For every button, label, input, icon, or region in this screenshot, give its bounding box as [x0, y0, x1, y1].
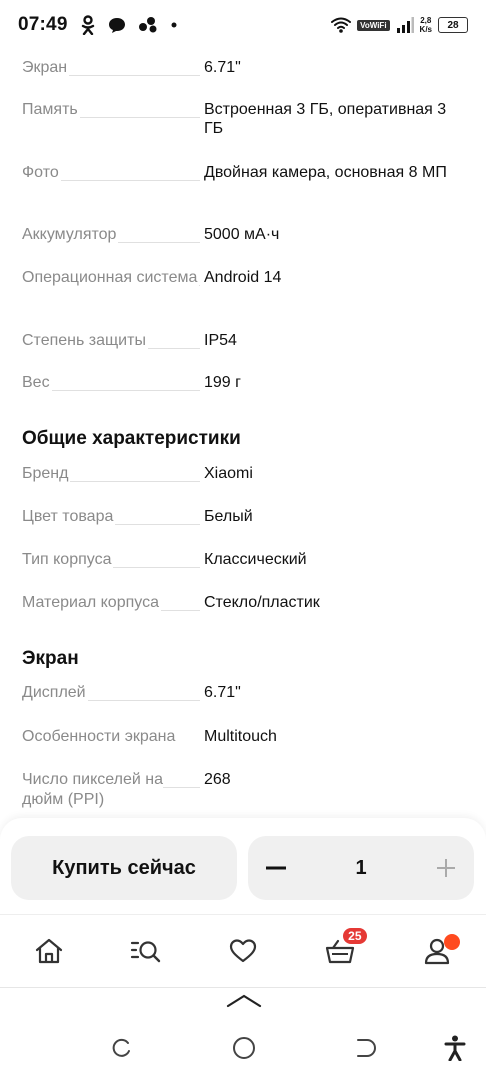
plus-icon: [437, 859, 455, 877]
cart-count-badge: 25: [343, 928, 367, 944]
spec-value: Классический: [204, 551, 307, 568]
spec-key: Тип корпуса: [22, 551, 114, 568]
status-bar: 07:49 VoWiFi 2,8 K/s 28: [0, 0, 486, 50]
spec-key: Фото: [22, 164, 61, 181]
spec-key: Экран: [22, 59, 70, 76]
system-navigation: [0, 988, 486, 1080]
accessibility-icon[interactable]: [444, 1035, 466, 1061]
nav-catalog[interactable]: [121, 926, 171, 976]
catalog-search-icon: [130, 941, 160, 963]
section-title-screen: Экран: [22, 648, 79, 669]
spec-row: Операционная система Android 14: [0, 268, 486, 288]
nav-cart[interactable]: 25: [315, 926, 367, 976]
increase-quantity-button[interactable]: [434, 856, 458, 880]
spec-row: Дисплей 6.71": [0, 683, 486, 703]
spec-key: Материал корпуса: [22, 594, 161, 611]
nav-favorites[interactable]: [218, 926, 268, 976]
spec-value: Стекло/пластик: [204, 594, 320, 611]
spec-value: 6.71": [204, 59, 241, 76]
spec-value: Multitouch: [204, 728, 277, 745]
heart-icon: [229, 939, 257, 963]
spec-key: Аккумулятор: [22, 226, 119, 243]
quantity-stepper: 1: [248, 836, 474, 900]
spec-value: Xiaomi: [204, 465, 253, 482]
spec-row: Бренд Xiaomi: [0, 464, 486, 484]
battery-icon: 28: [438, 17, 468, 33]
buy-panel: Купить сейчас 1: [0, 818, 486, 914]
spec-row: Материал корпуса Стекло/пластик: [0, 593, 486, 613]
network-speed: 2,8 K/s: [419, 16, 432, 34]
notification-icons: [80, 15, 178, 35]
spec-row: Память Встроенная 3 ГБ, оперативная 3 ГБ: [0, 100, 486, 138]
spec-key: Цвет товара: [22, 508, 116, 525]
spec-row: Фото Двойная камера, основная 8 МП: [0, 163, 486, 183]
spec-row: Цвет товара Белый: [0, 507, 486, 527]
spec-value: 6.71": [204, 684, 241, 701]
spec-row: Степень защиты IP54: [0, 331, 486, 351]
nav-home[interactable]: [24, 926, 74, 976]
spec-value: 268: [204, 771, 231, 788]
nav-profile[interactable]: [412, 926, 462, 976]
bottom-navigation: 25: [0, 914, 486, 988]
vowifi-badge: VoWiFi: [357, 19, 390, 31]
spec-key: Число пикселей на дюйм (PPI): [22, 771, 163, 808]
section-title-general: Общие характеристики: [22, 428, 241, 449]
spec-key: Память: [22, 101, 80, 118]
spec-key: Особенности экрана: [22, 728, 178, 745]
chevron-up-icon[interactable]: [226, 992, 262, 1008]
more-dot-icon: [171, 22, 177, 28]
spec-value: Встроенная 3 ГБ, оперативная 3 ГБ: [204, 101, 447, 137]
back-icon[interactable]: [354, 1037, 376, 1059]
spec-key: Вес: [22, 374, 52, 391]
recent-apps-icon[interactable]: [110, 1037, 132, 1059]
quantity-value: 1: [355, 856, 367, 879]
spec-value: IP54: [204, 332, 237, 349]
spec-value: Двойная камера, основная 8 МП: [204, 164, 447, 181]
spec-value: 5000 мА·ч: [204, 226, 280, 243]
odnoklassniki-icon: [81, 15, 94, 35]
buy-now-button[interactable]: Купить сейчас: [11, 836, 237, 900]
spec-key: Операционная система: [22, 269, 200, 286]
spec-value: Белый: [204, 508, 253, 525]
spec-key: Бренд: [22, 465, 71, 482]
spec-row: Число пикселей на дюйм (PPI) 268: [0, 770, 486, 810]
spec-value: Android 14: [204, 269, 282, 286]
status-right: VoWiFi 2,8 K/s 28: [331, 16, 468, 34]
spec-row: Вес 199 г: [0, 373, 486, 393]
spec-key: Дисплей: [22, 684, 88, 701]
spec-row: Тип корпуса Классический: [0, 550, 486, 570]
chat-bubble-icon: [108, 18, 125, 33]
home-icon: [35, 938, 62, 964]
spec-value: 199 г: [204, 374, 241, 391]
community-icon: [138, 17, 157, 33]
spec-row: Аккумулятор 5000 мА·ч: [0, 225, 486, 245]
home-circle-icon[interactable]: [232, 1036, 256, 1060]
spec-row: Особенности экрана Multitouch: [0, 727, 486, 747]
status-time: 07:49: [18, 14, 68, 35]
wifi-icon: [331, 17, 352, 33]
minus-icon: [266, 866, 286, 870]
spec-row: Экран 6.71": [0, 58, 486, 78]
spec-key: Степень защиты: [22, 332, 148, 349]
decrease-quantity-button[interactable]: [264, 856, 288, 880]
profile-notification-dot: [444, 934, 461, 950]
signal-icon: [396, 17, 414, 33]
